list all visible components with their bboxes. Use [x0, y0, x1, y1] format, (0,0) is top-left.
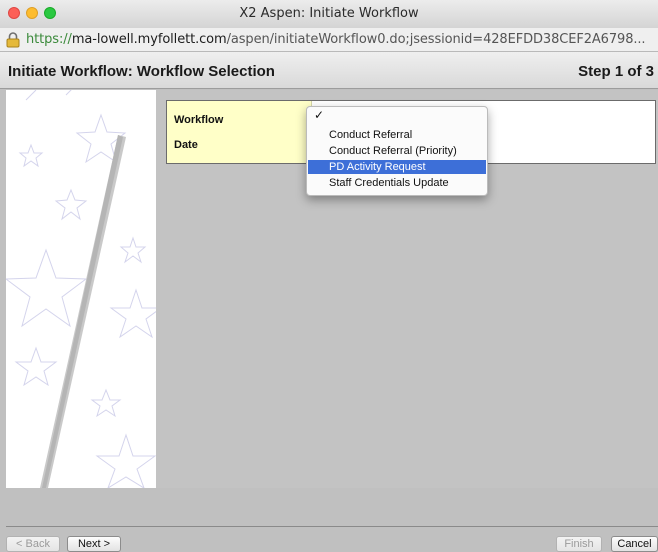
menu-item-staff-credentials-update[interactable]: Staff Credentials Update [308, 176, 486, 190]
magic-wand-stars-icon [6, 90, 156, 488]
window-titlebar: X2 Aspen: Initiate Workflow [0, 0, 658, 28]
url-host: ma-lowell.myfollett.com [71, 32, 227, 47]
url-scheme: https:// [26, 32, 72, 47]
page-title: Initiate Workflow: Workflow Selection [8, 63, 275, 80]
page-header: Initiate Workflow: Workflow Selection St… [0, 52, 658, 89]
back-button[interactable]: < Back [6, 536, 60, 552]
wizard-footer: < Back Next > Finish Cancel [0, 527, 658, 552]
checkmark-icon: ✓ [314, 108, 325, 122]
finish-button[interactable]: Finish [556, 536, 602, 552]
next-button[interactable]: Next > [67, 536, 121, 552]
date-label: Date [174, 139, 198, 151]
url-bar[interactable]: https://ma-lowell.myfollett.com/aspen/in… [0, 28, 658, 52]
menu-item-conduct-referral-priority[interactable]: Conduct Referral (Priority) [308, 144, 486, 158]
menu-item-pd-activity-request[interactable]: PD Activity Request [308, 160, 486, 174]
menu-item-conduct-referral[interactable]: Conduct Referral [308, 128, 486, 142]
wizard-decoration-image [6, 90, 156, 488]
lock-icon [6, 32, 20, 48]
step-indicator: Step 1 of 3 [578, 63, 654, 80]
cancel-button[interactable]: Cancel [611, 536, 658, 552]
form-labels-column: Workflow Date [167, 101, 312, 163]
url-path: /aspen/initiateWorkflow0.do;jsessionid=4… [226, 32, 646, 47]
window-title: X2 Aspen: Initiate Workflow [239, 6, 419, 21]
workflow-dropdown-menu: ✓ Conduct Referral Conduct Referral (Pri… [306, 106, 488, 196]
workflow-label: Workflow [174, 114, 224, 126]
url-text[interactable]: https://ma-lowell.myfollett.com/aspen/in… [26, 32, 646, 47]
